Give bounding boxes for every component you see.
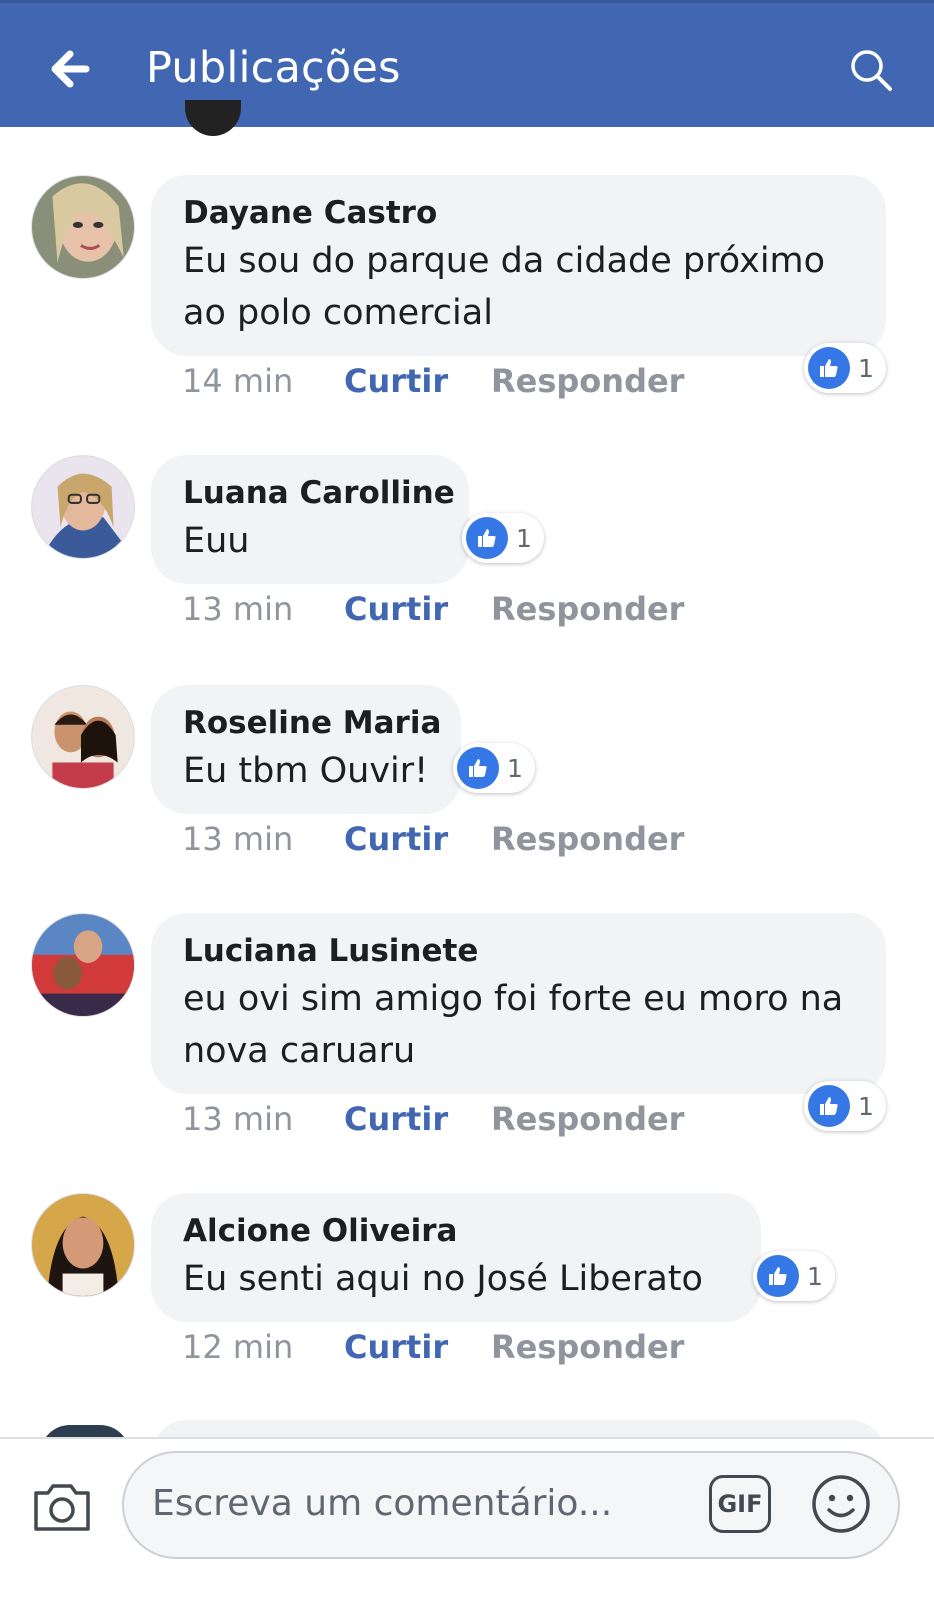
comment-time: 14 min: [182, 362, 294, 400]
like-button[interactable]: Curtir: [344, 1100, 448, 1138]
reaction-count: 1: [507, 753, 523, 783]
thumbs-up-icon: [808, 347, 850, 389]
avatar[interactable]: [31, 1193, 135, 1297]
comment-bubble[interactable]: Luciana Lusinete eu ovi sim amigo foi fo…: [151, 913, 886, 1094]
comment-time: 13 min: [182, 590, 294, 628]
comment-author[interactable]: Roseline Maria: [183, 705, 441, 741]
reply-button[interactable]: Responder: [491, 1328, 684, 1366]
back-arrow-icon[interactable]: [42, 39, 102, 99]
comment-time: 12 min: [182, 1328, 294, 1366]
reply-button[interactable]: Responder: [491, 362, 684, 400]
reaction-count: 1: [516, 523, 532, 553]
reaction-badge[interactable]: 1: [804, 343, 886, 393]
comment-text-line: Eu tbm Ouvir!: [183, 751, 429, 791]
comment-bubble[interactable]: Roseline Maria Eu tbm Ouvir!: [151, 685, 461, 814]
comment-item: Dayane Castro Eu sou do parque da cidade…: [0, 175, 934, 415]
comment-item: Luciana Lusinete eu ovi sim amigo foi fo…: [0, 913, 934, 1153]
like-button[interactable]: Curtir: [344, 362, 448, 400]
camera-icon[interactable]: [30, 1475, 94, 1539]
comment-text-line: Euu: [183, 521, 250, 561]
comment-item: Roseline Maria Eu tbm Ouvir! 1 13 min Cu…: [0, 685, 934, 885]
thumbs-up-icon: [808, 1085, 850, 1127]
thumbs-up-icon: [757, 1255, 799, 1297]
reply-button[interactable]: Responder: [491, 820, 684, 858]
like-button[interactable]: Curtir: [344, 1328, 448, 1366]
comment-author[interactable]: Dayane Castro: [183, 195, 854, 231]
avatar[interactable]: [31, 685, 135, 789]
reaction-badge[interactable]: 1: [462, 513, 544, 563]
reaction-badge[interactable]: 1: [753, 1251, 835, 1301]
comment-author[interactable]: Alcione Oliveira: [183, 1213, 729, 1249]
emoji-icon[interactable]: [810, 1473, 872, 1535]
reply-button[interactable]: Responder: [491, 590, 684, 628]
avatar: [185, 100, 241, 136]
like-button[interactable]: Curtir: [344, 820, 448, 858]
comment-item: Alcione Oliveira Eu senti aqui no José L…: [0, 1193, 934, 1393]
avatar[interactable]: [31, 455, 135, 559]
comment-time: 13 min: [182, 1100, 294, 1138]
reaction-badge[interactable]: 1: [804, 1081, 886, 1131]
comment-placeholder: Escreva um comentário...: [152, 1483, 613, 1524]
page-title: Publicações: [146, 43, 401, 93]
comment-input[interactable]: Escreva um comentário... GIF: [122, 1451, 900, 1559]
thumbs-up-icon: [457, 747, 499, 789]
comment-text-line: nova caruaru: [183, 1031, 416, 1071]
comment-time: 13 min: [182, 820, 294, 858]
gif-button[interactable]: GIF: [709, 1475, 771, 1533]
comment-author[interactable]: Luciana Lusinete: [183, 933, 854, 969]
reply-button[interactable]: Responder: [491, 1100, 684, 1138]
comment-bubble[interactable]: Luana Carolline Euu: [151, 455, 469, 584]
like-button[interactable]: Curtir: [344, 590, 448, 628]
comment-item: Luana Carolline Euu 1 13 min Curtir Resp…: [0, 455, 934, 655]
comment-text-line: Eu senti aqui no José Liberato: [183, 1259, 703, 1299]
app-header: Publicações: [0, 0, 934, 127]
reaction-count: 1: [858, 353, 874, 383]
avatar[interactable]: [31, 175, 135, 279]
comment-author[interactable]: Luana Carolline: [183, 475, 455, 511]
comment-text-line: ao polo comercial: [183, 293, 493, 333]
comment-text-line: eu ovi sim amigo foi forte eu moro na: [183, 979, 844, 1019]
reaction-badge[interactable]: 1: [453, 743, 535, 793]
comment-bubble[interactable]: Dayane Castro Eu sou do parque da cidade…: [151, 175, 886, 356]
comment-composer: Escreva um comentário... GIF: [0, 1437, 934, 1600]
reaction-count: 1: [807, 1261, 823, 1291]
thumbs-up-icon: [466, 517, 508, 559]
comment-bubble[interactable]: Alcione Oliveira Eu senti aqui no José L…: [151, 1193, 761, 1322]
comment-text-line: Eu sou do parque da cidade próximo: [183, 241, 826, 281]
reaction-count: 1: [858, 1091, 874, 1121]
avatar[interactable]: [31, 913, 135, 1017]
search-icon[interactable]: [846, 45, 896, 95]
